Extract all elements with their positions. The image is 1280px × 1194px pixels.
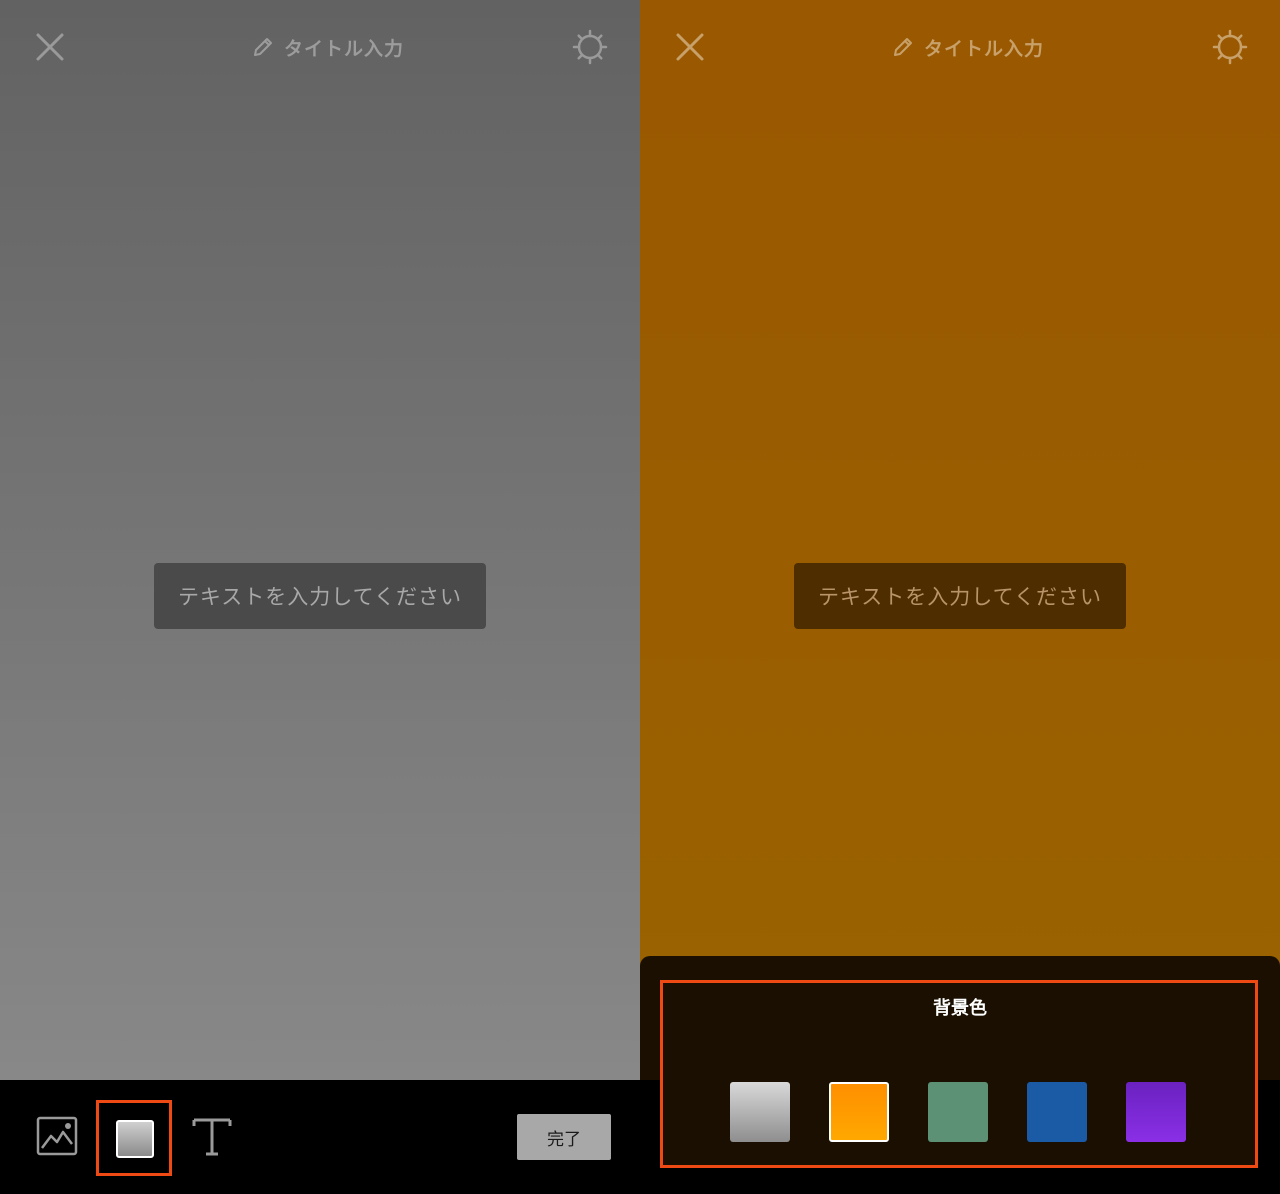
color-swatch-orange[interactable] bbox=[829, 1082, 889, 1142]
color-swatch-purple[interactable] bbox=[1126, 1082, 1186, 1142]
sheet-title: 背景色 bbox=[933, 998, 987, 1019]
text-icon[interactable] bbox=[190, 1114, 234, 1158]
text-input-box[interactable]: テキストを入力してください bbox=[794, 563, 1126, 629]
editor-screen-right: タイトル入力 テキストを入力してください 完了 背景色 bbox=[640, 0, 1280, 1194]
color-swatch-blue[interactable] bbox=[1027, 1082, 1087, 1142]
close-icon[interactable] bbox=[34, 31, 66, 63]
done-button[interactable]: 完了 bbox=[517, 1114, 611, 1160]
text-placeholder: テキストを入力してください bbox=[817, 585, 1103, 609]
image-icon[interactable] bbox=[35, 1114, 79, 1158]
title-input[interactable]: タイトル入力 bbox=[890, 32, 1044, 62]
title-label: タイトル入力 bbox=[284, 37, 405, 60]
title-label: タイトル入力 bbox=[924, 37, 1045, 60]
bottom-toolbar: 完了 bbox=[0, 1080, 640, 1194]
text-placeholder: テキストを入力してください bbox=[177, 585, 463, 609]
background-color-button[interactable] bbox=[96, 1100, 172, 1176]
close-icon[interactable] bbox=[674, 31, 706, 63]
background-color-sheet: 完了 背景色 bbox=[640, 956, 1280, 1194]
editor-screen-left: タイトル入力 テキストを入力してください 完了 bbox=[0, 0, 640, 1194]
settings-icon[interactable] bbox=[1212, 29, 1248, 65]
color-swatch-green[interactable] bbox=[928, 1082, 988, 1142]
color-swatch-list bbox=[730, 1082, 1200, 1142]
background-color-icon bbox=[116, 1120, 154, 1158]
pencil-icon bbox=[890, 34, 916, 60]
settings-icon[interactable] bbox=[572, 29, 608, 65]
title-input[interactable]: タイトル入力 bbox=[250, 32, 404, 62]
color-swatch-gray[interactable] bbox=[730, 1082, 790, 1142]
text-input-box[interactable]: テキストを入力してください bbox=[154, 563, 486, 629]
pencil-icon bbox=[250, 34, 276, 60]
